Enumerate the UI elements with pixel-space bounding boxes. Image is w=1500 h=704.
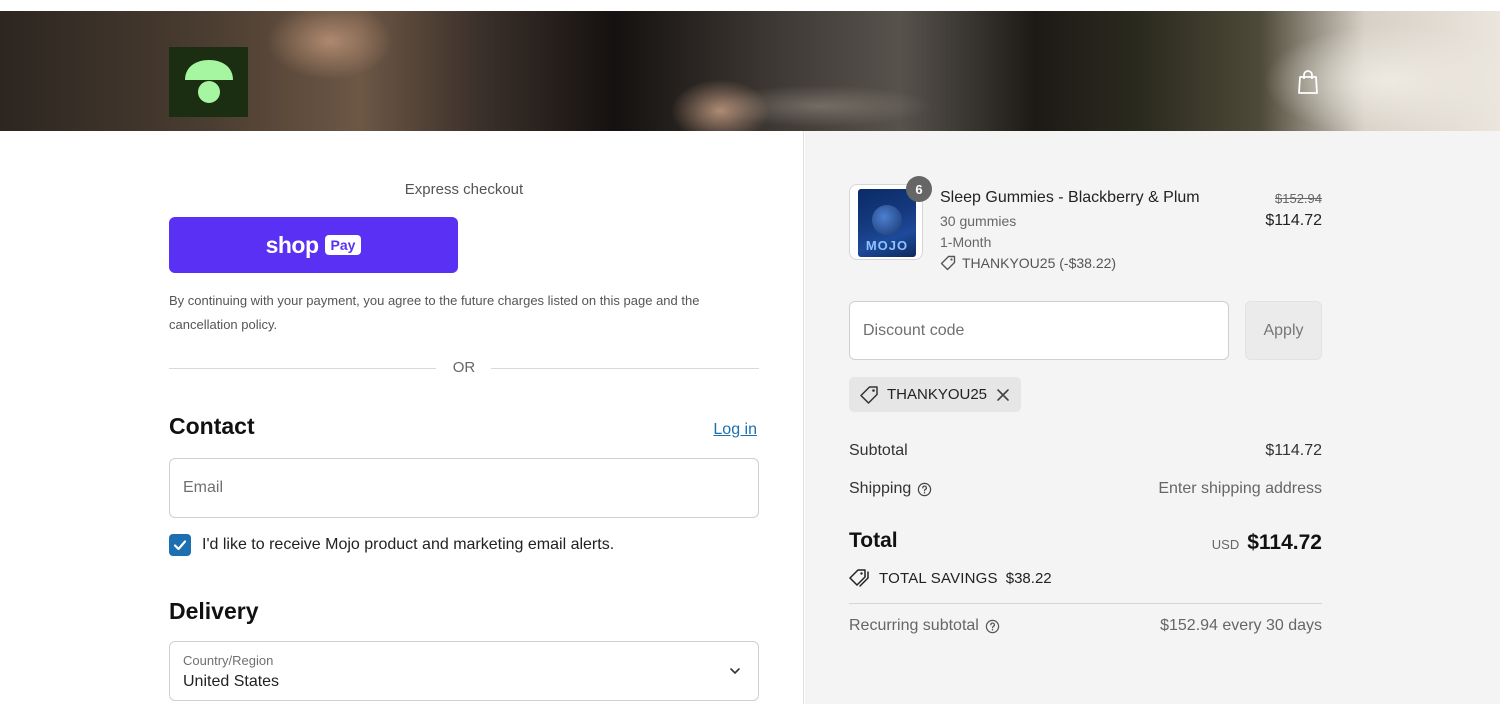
email-field-wrapper [169,458,759,518]
marketing-opt-in: I'd like to receive Mojo product and mar… [169,534,614,556]
applied-code-text: THANKYOU25 [887,386,988,403]
delivery-title: Delivery [169,598,259,624]
total-value: USD $114.72 [1212,531,1322,555]
marketing-checkbox-label: I'd like to receive Mojo product and mar… [202,536,615,553]
express-checkout-title: Express checkout [404,181,524,198]
product-image: MOJO [858,189,916,257]
chevron-down-icon [730,668,740,675]
quantity-badge: 6 [906,176,932,202]
product-plan: 1-Month [940,234,992,250]
email-input[interactable] [170,459,758,517]
order-summary: MOJO 6 Sleep Gummies - Blackberry & Plum… [805,131,1500,704]
tag-icon [940,255,956,271]
product-image-moon [872,205,902,235]
total-currency: USD [1211,537,1240,552]
tags-icon [849,569,869,587]
applied-code-chip: THANKYOU25 [849,377,1022,412]
checkout-form: Express checkout shop Pay By continuing … [0,131,804,704]
subtotal-value: $114.72 [1265,442,1322,459]
discounted-price: $114.72 [1265,212,1322,229]
product-variant: 30 gummies [940,213,1017,229]
or-divider: OR [169,359,759,379]
subtotal-label: Subtotal [849,442,908,459]
product-discount: THANKYOU25 (-$38.22) [940,255,1116,271]
total-label: Total [849,529,898,552]
country-select[interactable]: Country/Region United States [169,641,759,701]
question-circle-icon[interactable] [985,619,1000,634]
contact-title: Contact [169,413,255,439]
country-select-label: Country/Region [183,653,274,668]
shopping-bag-icon[interactable] [1296,69,1320,95]
marketing-checkbox[interactable] [169,534,191,556]
shop-pay-button[interactable]: shop Pay [169,217,458,273]
hero-banner [0,11,1500,131]
shop-pay-pill: Pay [324,235,362,255]
product-name: Sleep Gummies - Blackberry & Plum [940,189,1200,206]
recurring-value: $152.94 every 30 days [1160,617,1322,634]
check-icon [173,540,187,551]
login-link[interactable]: Log in [713,421,757,439]
total-savings-value: $38.22 [1005,569,1052,587]
brand-logo[interactable] [169,47,248,117]
payment-consent-text: By continuing with your payment, you agr… [169,293,700,332]
discount-field-wrapper [849,301,1229,360]
shipping-label-row: Shipping [849,480,932,498]
question-circle-icon[interactable] [917,482,932,497]
apply-discount-button[interactable]: Apply [1245,301,1322,360]
total-amount: $114.72 [1247,531,1322,554]
shop-pay-wordmark: shop [265,231,319,258]
top-strip [0,0,1500,11]
country-select-value: United States [183,673,280,690]
shipping-label: Shipping [849,480,912,497]
product-discount-text: THANKYOU25 (-$38.22) [962,255,1117,271]
recurring-label: Recurring subtotal [849,617,979,634]
remove-code-icon[interactable] [995,387,1011,403]
product-image-brand: MOJO [865,238,909,253]
tag-icon [860,385,878,404]
summary-divider [849,603,1322,604]
shipping-value: Enter shipping address [1158,480,1322,497]
total-savings-label: TOTAL SAVINGS [879,569,998,587]
discount-code-input[interactable] [850,302,1228,359]
original-price: $152.94 [1275,191,1322,206]
recurring-label-row: Recurring subtotal [849,617,1000,635]
total-savings: TOTAL SAVINGS $38.22 [849,568,1052,588]
or-line-right [491,368,759,369]
mushroom-logo-icon [184,60,233,103]
